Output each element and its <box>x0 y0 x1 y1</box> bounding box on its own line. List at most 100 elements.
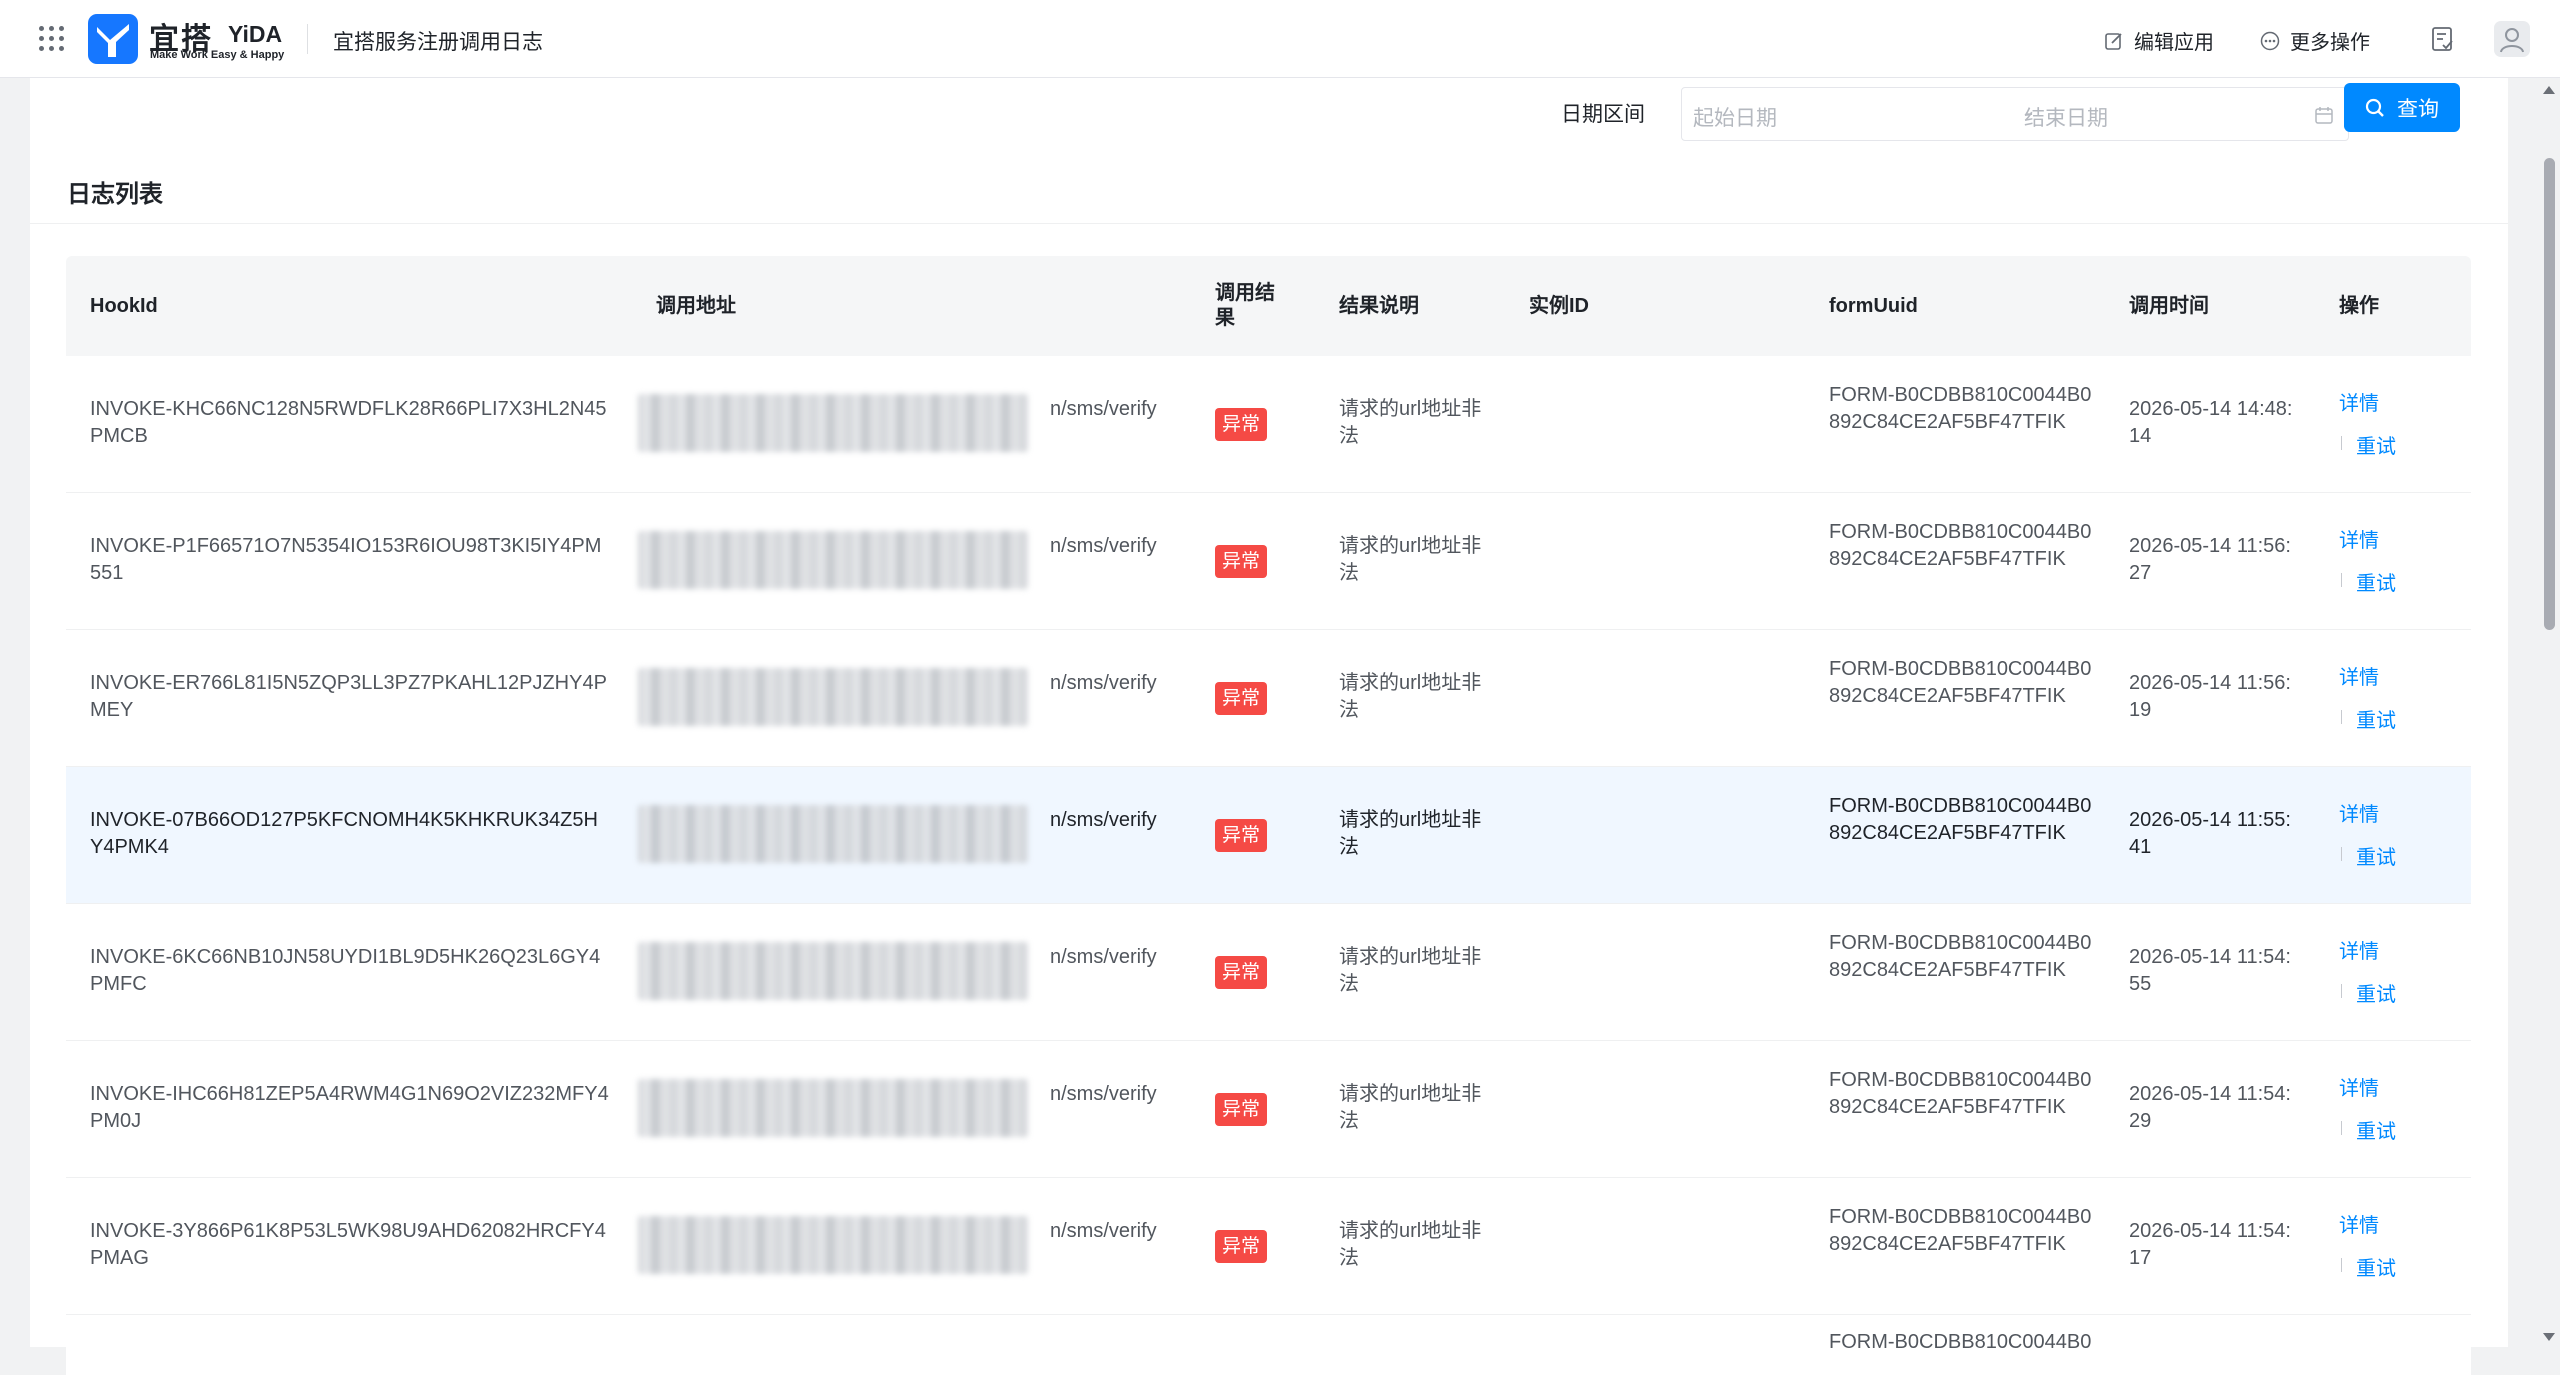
retry-link[interactable]: 重试 <box>2356 1115 2396 1144</box>
detail-link[interactable]: 详情 <box>2339 1209 2379 1238</box>
brand-slogan: Make Work Easy & Happy <box>150 49 285 61</box>
status-badge: 异常 <box>1215 545 1268 578</box>
scrollbar-thumb[interactable] <box>2544 158 2555 630</box>
query-button[interactable]: 查询 <box>2344 83 2460 132</box>
log-table: HookId 调用地址 调用结果 结果说明 实例ID formUuid 调用时间… <box>66 256 2471 1375</box>
header-divider <box>307 24 308 54</box>
column-header-form-uuid: formUuid <box>1829 294 1918 317</box>
result-description-cell: 请求的url地址非法 <box>1339 809 1482 858</box>
retry-link[interactable]: 重试 <box>2356 978 2396 1007</box>
redacted-url <box>638 394 1028 452</box>
redacted-url <box>638 1079 1028 1137</box>
form-uuid-cell: FORM-B0CDBB810C0044B0892C84CE2AF5BF47TFI… <box>1829 384 2092 433</box>
url-cell: n/sms/verify <box>1050 1083 1157 1105</box>
action-divider <box>2341 573 2342 587</box>
invoke-time-cell: 2026-05-14 11:54:55 <box>2129 946 2291 995</box>
redacted-url <box>638 668 1028 726</box>
app-title: 宜搭服务注册调用日志 <box>333 31 543 54</box>
url-cell: n/sms/verify <box>1050 398 1157 420</box>
table-row-partial: FORM-B0CDBB810C0044B0892C84CE2AF5BF47TFI… <box>66 1315 2471 1375</box>
redacted-url <box>638 531 1028 589</box>
search-icon <box>2365 98 2384 117</box>
section-divider <box>30 223 2508 224</box>
action-divider <box>2341 1121 2342 1135</box>
url-cell: n/sms/verify <box>1050 809 1157 831</box>
column-header-result: 调用结果 <box>1215 282 1275 329</box>
table-row-hovered: INVOKE-07B66OD127P5KFCNOMH4K5KHKRUK34Z5H… <box>66 767 2471 904</box>
start-date-input[interactable]: 起始日期 <box>1693 102 1777 132</box>
retry-link[interactable]: 重试 <box>2356 567 2396 596</box>
result-description-cell: 请求的url地址非法 <box>1339 1220 1482 1269</box>
calendar-icon[interactable] <box>2314 105 2334 125</box>
more-icon <box>2260 31 2280 50</box>
end-date-input[interactable]: 结束日期 <box>2024 102 2108 132</box>
result-description-cell: 请求的url地址非法 <box>1339 1083 1482 1132</box>
status-badge: 异常 <box>1215 1093 1268 1126</box>
app-grid-icon[interactable] <box>38 25 66 53</box>
edit-icon <box>2105 32 2122 50</box>
form-uuid-cell: FORM-B0CDBB810C0044B0892C84CE2AF5BF47TFI… <box>1829 1331 2092 1349</box>
column-header-hookid: HookId <box>90 294 158 317</box>
action-divider <box>2341 710 2342 724</box>
detail-link[interactable]: 详情 <box>2339 524 2379 553</box>
detail-link[interactable]: 详情 <box>2339 661 2379 690</box>
table-header: HookId 调用地址 调用结果 结果说明 实例ID formUuid 调用时间… <box>66 256 2471 356</box>
form-uuid-cell: FORM-B0CDBB810C0044B0892C84CE2AF5BF47TFI… <box>1829 658 2092 707</box>
action-divider <box>2341 984 2342 998</box>
status-badge: 异常 <box>1215 1230 1268 1263</box>
invoke-time-cell: 2026-05-14 11:54:17 <box>2129 1220 2291 1269</box>
action-divider <box>2341 847 2342 861</box>
detail-link[interactable]: 详情 <box>2339 935 2379 964</box>
brand-name-en: YiDA <box>228 21 283 47</box>
date-range-picker[interactable]: 起始日期 - 结束日期 <box>1681 87 2349 141</box>
retry-link[interactable]: 重试 <box>2356 704 2396 733</box>
detail-link[interactable]: 详情 <box>2339 798 2379 827</box>
more-actions-label: 更多操作 <box>2290 32 2370 54</box>
table-row: INVOKE-6KC66NB10JN58UYDI1BL9D5HK26Q23L6G… <box>66 904 2471 1041</box>
hook-id-cell: INVOKE-07B66OD127P5KFCNOMH4K5KHKRUK34Z5H… <box>90 809 598 858</box>
url-cell: n/sms/verify <box>1050 535 1157 557</box>
redacted-url <box>638 1216 1028 1274</box>
invoke-time-cell: 2026-05-14 11:56:19 <box>2129 672 2291 721</box>
log-list-card: 日期区间 起始日期 - 结束日期 查询 日志列表 HookId 调用地址 调用结… <box>30 78 2508 1375</box>
result-description-cell: 请求的url地址非法 <box>1339 946 1482 995</box>
todo-icon[interactable] <box>2431 26 2455 52</box>
user-avatar-icon[interactable] <box>2494 21 2530 57</box>
retry-link[interactable]: 重试 <box>2356 430 2396 459</box>
scroll-up-arrow[interactable] <box>2543 86 2555 94</box>
hook-id-cell: INVOKE-IHC66H81ZEP5A4RWM4G1N69O2VIZ232MF… <box>90 1083 609 1132</box>
table-row: INVOKE-KHC66NC128N5RWDFLK28R66PLI7X3HL2N… <box>66 356 2471 493</box>
table-row: INVOKE-3Y866P61K8P53L5WK98U9AHD62082HRCF… <box>66 1178 2471 1315</box>
url-cell: n/sms/verify <box>1050 1220 1157 1242</box>
hook-id-cell: INVOKE-KHC66NC128N5RWDFLK28R66PLI7X3HL2N… <box>90 398 607 447</box>
hook-id-cell: INVOKE-3Y866P61K8P53L5WK98U9AHD62082HRCF… <box>90 1220 606 1269</box>
form-uuid-cell: FORM-B0CDBB810C0044B0892C84CE2AF5BF47TFI… <box>1829 1069 2092 1118</box>
result-description-cell: 请求的url地址非法 <box>1339 398 1482 447</box>
table-row: INVOKE-ER766L81I5N5ZQP3LL3PZ7PKAHL12PJZH… <box>66 630 2471 767</box>
invoke-time-cell: 2026-05-14 11:56:27 <box>2129 535 2291 584</box>
status-badge: 异常 <box>1215 956 1268 989</box>
column-header-instance-id: 实例ID <box>1529 294 1589 317</box>
column-header-url: 调用地址 <box>656 294 736 317</box>
result-description-cell: 请求的url地址非法 <box>1339 672 1482 721</box>
detail-link[interactable]: 详情 <box>2339 1072 2379 1101</box>
form-uuid-cell: FORM-B0CDBB810C0044B0892C84CE2AF5BF47TFI… <box>1829 932 2092 981</box>
hook-id-cell: INVOKE-P1F66571O7N5354IO153R6IOU98T3KI5I… <box>90 535 602 584</box>
form-uuid-cell: FORM-B0CDBB810C0044B0892C84CE2AF5BF47TFI… <box>1829 1206 2092 1255</box>
action-divider <box>2341 436 2342 450</box>
detail-link[interactable]: 详情 <box>2339 387 2379 416</box>
scroll-down-arrow[interactable] <box>2543 1333 2555 1341</box>
hook-id-cell: INVOKE-6KC66NB10JN58UYDI1BL9D5HK26Q23L6G… <box>90 946 601 995</box>
retry-link[interactable]: 重试 <box>2356 1252 2396 1281</box>
table-row: INVOKE-IHC66H81ZEP5A4RWM4G1N69O2VIZ232MF… <box>66 1041 2471 1178</box>
form-uuid-cell: FORM-B0CDBB810C0044B0892C84CE2AF5BF47TFI… <box>1829 795 2092 844</box>
status-badge: 异常 <box>1215 682 1268 715</box>
top-navigation-bar: 宜搭 YiDA Make Work Easy & Happy 宜搭服务注册调用日… <box>0 0 2560 78</box>
invoke-time-cell: 2026-05-14 11:54:29 <box>2129 1083 2291 1132</box>
edit-app-button[interactable]: 编辑应用 <box>2104 26 2214 55</box>
retry-link[interactable]: 重试 <box>2356 841 2396 870</box>
redacted-url <box>638 805 1028 863</box>
more-actions-button[interactable]: 更多操作 <box>2260 26 2370 55</box>
result-description-cell: 请求的url地址非法 <box>1339 535 1482 584</box>
column-header-actions: 操作 <box>2339 294 2379 317</box>
